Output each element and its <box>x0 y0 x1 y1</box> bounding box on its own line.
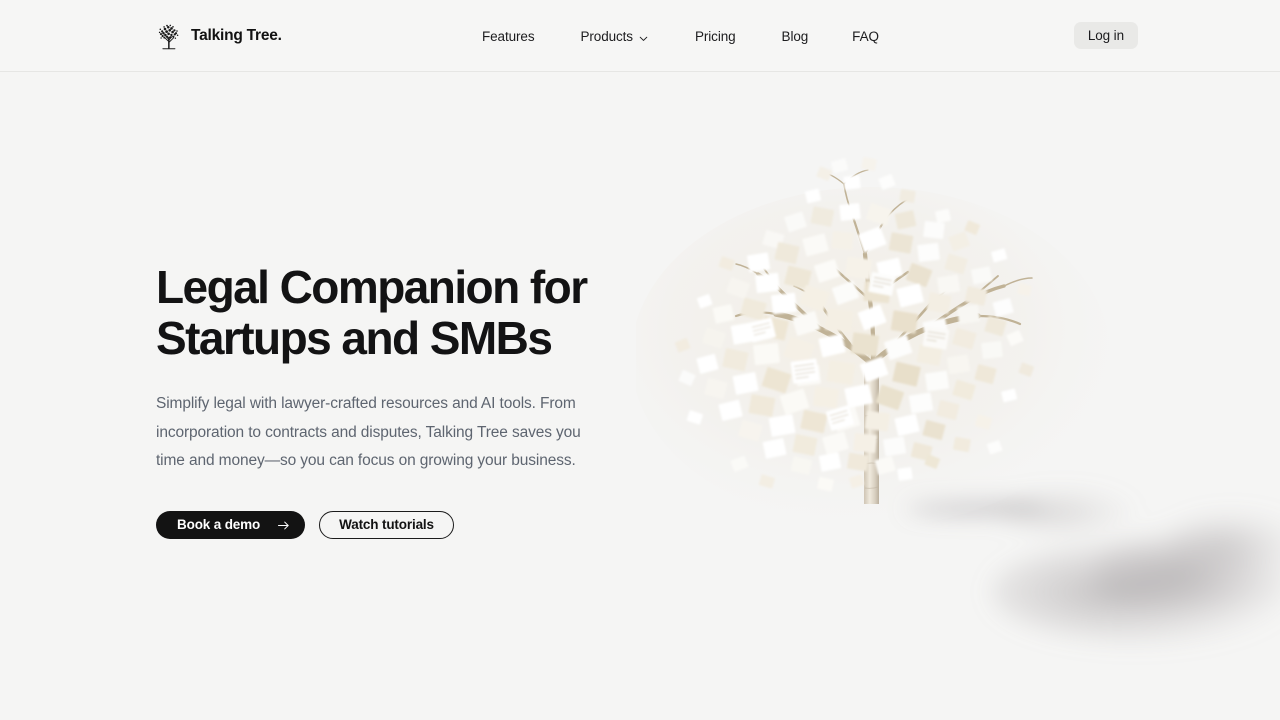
book-a-demo-label: Book a demo <box>177 517 261 533</box>
book-a-demo-button[interactable]: Book a demo <box>156 510 306 539</box>
nav-item-label: Features <box>482 28 535 44</box>
hero-subheadline: Simplify legal with lawyer‑crafted resou… <box>156 395 581 470</box>
paper-leaf-tree-illustration <box>636 72 1280 720</box>
hero-cta-row: Book a demo Watch tutorials <box>156 510 626 539</box>
site-header: Talking Tree. Features Products Pricing … <box>0 0 1280 72</box>
nav-item-faq[interactable]: FAQ <box>852 23 879 50</box>
hero-section: Legal Companion for Startups and SMBs Si… <box>0 72 1280 720</box>
page-title: Legal Companion for Startups and SMBs <box>156 261 588 364</box>
paper-leaves <box>674 156 1035 492</box>
nav-item-products[interactable]: Products <box>580 23 648 50</box>
nav-item-label: Products <box>580 28 633 44</box>
chevron-down-icon <box>638 32 649 43</box>
login-button[interactable]: Log in <box>1073 22 1138 49</box>
nav-item-pricing[interactable]: Pricing <box>695 23 736 50</box>
tree-branches <box>734 169 1033 367</box>
tree-trunk <box>864 352 880 504</box>
nav-item-label: FAQ <box>852 28 879 44</box>
brand-name: Talking Tree. <box>191 27 282 45</box>
nav-item-features[interactable]: Features <box>482 23 535 50</box>
hero-copy: Legal Companion for Startups and SMBs Si… <box>156 262 626 539</box>
tree-icon <box>156 21 182 51</box>
nav-item-label: Pricing <box>694 28 736 44</box>
landing-page: Talking Tree. Features Products Pricing … <box>0 0 1280 720</box>
brand-logo-link[interactable]: Talking Tree. <box>156 19 282 53</box>
tree-shadow <box>906 490 1280 644</box>
nav-item-blog[interactable]: Blog <box>782 23 809 50</box>
nav-item-label: Blog <box>781 28 809 44</box>
watch-tutorials-button[interactable]: Watch tutorials <box>319 510 454 539</box>
primary-navigation: Features Products Pricing Blog FAQ <box>470 0 879 72</box>
arrow-right-icon <box>277 519 290 532</box>
